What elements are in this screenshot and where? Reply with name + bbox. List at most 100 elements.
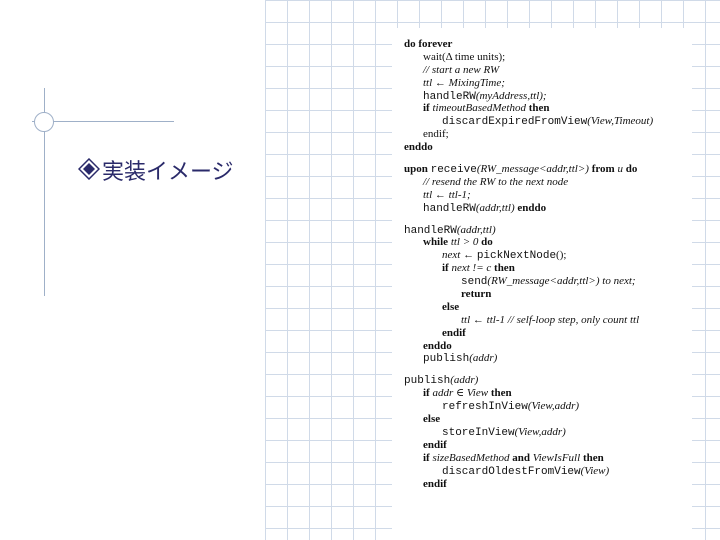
code-token: while — [423, 236, 451, 249]
code-token: (View,Timeout) — [587, 115, 654, 128]
code-token: discardOldestFromView — [442, 465, 581, 478]
code-line: // start a new RW — [404, 64, 694, 77]
code-line: if addr ∈ View then — [404, 387, 694, 400]
code-line: if sizeBasedMethod and ViewIsFull then — [404, 452, 694, 465]
code-token: else — [442, 300, 460, 313]
code-token: endif; — [423, 128, 449, 141]
code-token: return — [461, 288, 492, 301]
code-line: upon receive(RW_message<addr,ttl>) from … — [404, 163, 694, 176]
code-token: (View) — [580, 464, 610, 477]
code-token: upon — [404, 163, 431, 176]
code-token: (addr) — [469, 352, 498, 365]
code-token: else — [423, 413, 441, 426]
code-token: ttl > 0 — [450, 236, 482, 249]
code-token: (addr,ttl) — [475, 201, 518, 214]
code-token: handleRW — [423, 202, 476, 215]
code-line: do forever — [404, 38, 694, 51]
code-line: next ← pickNextNode(); — [404, 249, 694, 262]
code-line: enddo — [404, 141, 694, 154]
code-token: handleRW — [423, 90, 476, 103]
code-token: endif — [423, 438, 447, 451]
code-line: else — [404, 301, 694, 314]
code-token: then — [494, 262, 515, 275]
code-token: pickNextNode — [476, 250, 557, 263]
decorative-circle — [34, 112, 54, 132]
pseudocode-image: do forever wait(Δ time units);// start a … — [392, 28, 692, 540]
code-token: // resend the RW to the next node — [423, 175, 569, 188]
code-token: handleRW — [404, 224, 457, 237]
code-token: receive — [430, 164, 477, 177]
code-token: storeInView — [442, 426, 515, 439]
code-line: ttl ← ttl-1 // self-loop step, only coun… — [404, 314, 694, 327]
code-token: (View,addr) — [527, 400, 580, 413]
code-line: endif; — [404, 128, 694, 141]
code-line: if timeoutBasedMethod then — [404, 102, 694, 115]
code-token: sizeBasedMethod — [432, 451, 510, 464]
code-line: discardExpiredFromView(View,Timeout) — [404, 115, 694, 128]
code-line: // resend the RW to the next node — [404, 176, 694, 189]
code-line: if next != c then — [404, 262, 694, 275]
code-line: ttl ← MixingTime; — [404, 77, 694, 90]
code-gap — [404, 365, 694, 374]
code-line: else — [404, 413, 694, 426]
code-token: (addr,ttl) — [456, 223, 496, 236]
code-token: enddo — [517, 201, 547, 214]
code-token: from — [591, 163, 618, 176]
code-token: endif — [423, 477, 447, 490]
code-line: return — [404, 288, 694, 301]
code-line: handleRW(myAddress,ttl); — [404, 90, 694, 103]
code-token: (addr) — [450, 374, 479, 387]
code-line: send(RW_message<addr,ttl>) to next; — [404, 275, 694, 288]
code-token: enddo — [404, 141, 433, 154]
code-token: (View,addr) — [514, 425, 566, 438]
code-token: ttl ← ttl-1 // self-loop step, only coun… — [461, 313, 640, 326]
code-line: wait(Δ time units); — [404, 51, 694, 64]
code-token: u — [617, 163, 626, 176]
code-token: (RW_message<addr,ttl>) to next; — [487, 275, 636, 288]
code-line: endif — [404, 478, 694, 491]
code-token: timeoutBasedMethod — [432, 102, 526, 115]
code-line: endif — [404, 439, 694, 452]
code-token: then — [580, 451, 604, 464]
code-gap — [404, 215, 694, 224]
code-line: enddo — [404, 340, 694, 353]
code-token: wait(Δ time units); — [423, 50, 506, 63]
code-token: enddo — [423, 339, 452, 352]
code-token: next != c — [451, 262, 495, 275]
code-line: refreshInView(View,addr) — [404, 400, 694, 413]
code-token: (); — [556, 249, 567, 262]
code-line: discardOldestFromView(View) — [404, 465, 694, 478]
code-line: publish(addr) — [404, 374, 694, 387]
code-line: publish(addr) — [404, 352, 694, 365]
code-gap — [404, 154, 694, 163]
diamond-bullet-icon — [78, 158, 100, 180]
code-line: handleRW(addr,ttl) enddo — [404, 202, 694, 215]
code-token: do forever — [404, 38, 453, 50]
code-line: handleRW(addr,ttl) — [404, 224, 694, 237]
code-token: (myAddress,ttl); — [475, 89, 547, 102]
code-token: publish — [404, 375, 451, 388]
code-token: ttl ← ttl-1; — [423, 188, 471, 201]
code-token: // start a new RW — [423, 63, 500, 76]
code-token: endif — [442, 326, 466, 339]
code-token: refreshInView — [442, 401, 528, 414]
code-token: ViewIsFull — [532, 451, 581, 464]
code-token: publish — [423, 353, 470, 366]
code-token: send — [461, 276, 488, 289]
code-token: discardExpiredFromView — [442, 116, 588, 129]
code-line: endif — [404, 327, 694, 340]
code-token: then — [525, 102, 550, 115]
code-token: then — [490, 387, 512, 400]
slide-title: 実装イメージ — [102, 160, 234, 185]
pseudocode-block: do forever wait(Δ time units);// start a … — [404, 38, 694, 490]
code-token: do — [625, 163, 638, 176]
code-token: ttl ← MixingTime; — [423, 76, 505, 89]
code-line: while ttl > 0 do — [404, 236, 694, 249]
code-token: (RW_message<addr,ttl>) — [476, 163, 592, 176]
code-line: storeInView(View,addr) — [404, 426, 694, 439]
code-line: ttl ← ttl-1; — [404, 189, 694, 202]
code-token: and — [509, 451, 533, 464]
code-token: next ← — [442, 249, 477, 262]
code-token: addr ∈ View — [432, 387, 491, 400]
code-token: do — [481, 236, 493, 249]
